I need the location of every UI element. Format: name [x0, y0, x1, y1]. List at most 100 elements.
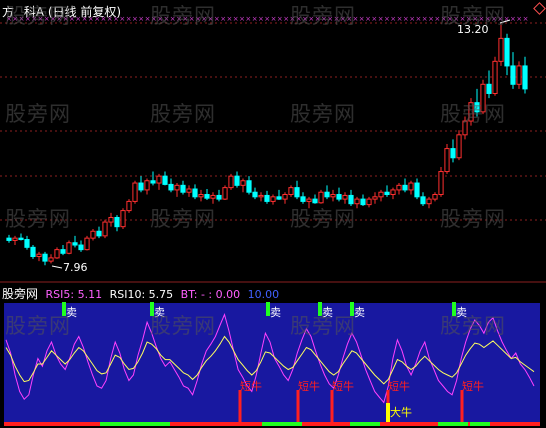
bull-signal-label: 短牛: [462, 379, 484, 393]
signal-x-mark: ×: [378, 15, 384, 23]
candle-body: [504, 37, 510, 67]
signal-x-mark: ×: [189, 15, 195, 23]
signal-x-mark: ×: [409, 15, 415, 23]
candle-body: [90, 230, 96, 239]
trend-bar-green: [470, 422, 490, 426]
candle-body: [78, 244, 84, 251]
trend-bar-green: [438, 422, 468, 426]
signal-x-mark: ×: [302, 15, 308, 23]
stock-name[interactable]: 科A: [24, 5, 44, 19]
candle-body: [294, 187, 300, 198]
signal-x-mark: ×: [416, 15, 422, 23]
signal-x-mark: ×: [460, 15, 466, 23]
signal-x-mark: ×: [132, 15, 138, 23]
candle-body: [150, 180, 156, 184]
signal-x-mark: ×: [403, 15, 409, 23]
candle-body: [60, 249, 66, 254]
signal-x-mark: ×: [353, 15, 359, 23]
signal-x-mark: ×: [384, 15, 390, 23]
chart-window: × × × × × × × × × × × × × × × × × × × × × × × × × × × × × × × × × × × × × × × ×…: [0, 0, 546, 428]
candle-body: [24, 239, 30, 248]
high-price-label: 13.20: [457, 23, 489, 36]
candle-body: [48, 257, 54, 262]
candle-body: [210, 194, 216, 199]
signal-x-mark: ×: [258, 15, 264, 23]
candle-body: [384, 191, 390, 196]
candle-body: [414, 182, 420, 198]
candle-body: [114, 216, 120, 228]
signal-x-mark: ×: [472, 15, 478, 23]
candle-body: [396, 184, 402, 191]
candle-body: [276, 196, 282, 200]
candle-body: [492, 60, 498, 94]
candle-body: [198, 194, 204, 198]
candle-body: [156, 175, 162, 184]
bull-signal-label: 短牛: [332, 379, 354, 393]
candle-body: [462, 120, 468, 136]
signal-x-mark: ×: [145, 15, 151, 23]
signal-x-mark: ×: [321, 15, 327, 23]
signal-x-mark: ×: [447, 15, 453, 23]
candle-body: [378, 191, 384, 198]
rsi10-label: RSI10:: [109, 288, 146, 301]
trend-bar-green: [100, 422, 150, 426]
signal-x-mark: ×: [479, 15, 485, 23]
candle-body: [30, 246, 36, 258]
trend-bar-green: [150, 422, 170, 426]
low-price-label: 7.96: [63, 261, 88, 274]
candle-body: [204, 194, 210, 199]
signal-x-mark: ×: [422, 15, 428, 23]
candle-body: [222, 187, 228, 200]
indicator-name[interactable]: 股旁网: [2, 287, 38, 301]
signal-x-mark: ×: [195, 15, 201, 23]
candle-body: [282, 194, 288, 200]
signal-x-mark: ×: [523, 15, 529, 23]
candle-body: [216, 194, 222, 200]
stock-chart-svg[interactable]: × × × × × × × × × × × × × × × × × × × × × × × × × × × × × × × × × × × × × × × ×…: [0, 0, 546, 428]
candle-body: [126, 200, 132, 212]
candle-body: [84, 237, 90, 251]
rsi5-label: RSI5:: [45, 288, 75, 301]
signal-x-mark: ×: [220, 15, 226, 23]
bull-signal-label: 短牛: [298, 379, 320, 393]
candle-body: [186, 188, 192, 193]
signal-x-mark: ×: [201, 15, 207, 23]
candle-body: [252, 191, 258, 198]
candle-body: [228, 175, 234, 189]
signal-x-mark: ×: [491, 15, 497, 23]
candle-body: [402, 184, 408, 191]
signal-x-mark: ×: [510, 15, 516, 23]
period-label[interactable]: (日线 前复权): [48, 5, 121, 19]
candle-body: [102, 221, 108, 237]
candle-body: [66, 242, 72, 254]
rsi5-value: 5.11: [77, 288, 103, 301]
candle-body: [6, 237, 12, 241]
signal-x-mark: ×: [239, 15, 245, 23]
signal-x-mark: ×: [227, 15, 233, 23]
candle-body: [270, 196, 276, 202]
candle-body: [138, 182, 144, 191]
candle-body: [438, 171, 444, 196]
trend-bar-green: [262, 422, 302, 426]
signal-x-mark: ×: [485, 15, 491, 23]
candle-body: [234, 175, 240, 186]
signal-x-mark: ×: [271, 15, 277, 23]
signal-x-mark: ×: [453, 15, 459, 23]
signal-x-mark: ×: [290, 15, 296, 23]
trend-bar-green: [350, 422, 380, 426]
signal-x-mark: ×: [390, 15, 396, 23]
candle-body: [354, 198, 360, 205]
indicator-panel-bg: [4, 303, 540, 423]
candle-body: [132, 182, 138, 202]
signal-x-mark: ×: [264, 15, 270, 23]
bull-signal-label: 短牛: [240, 379, 262, 393]
candle-body: [72, 242, 78, 246]
candle-body: [36, 253, 42, 258]
candle-body: [408, 182, 414, 191]
candle-body: [522, 65, 528, 90]
bt-value: - : 0.00: [200, 288, 241, 301]
signal-x-mark: ×: [233, 15, 239, 23]
candle-body: [516, 65, 522, 85]
bull-signal-label: 短牛: [388, 379, 410, 393]
candle-body: [336, 194, 342, 200]
